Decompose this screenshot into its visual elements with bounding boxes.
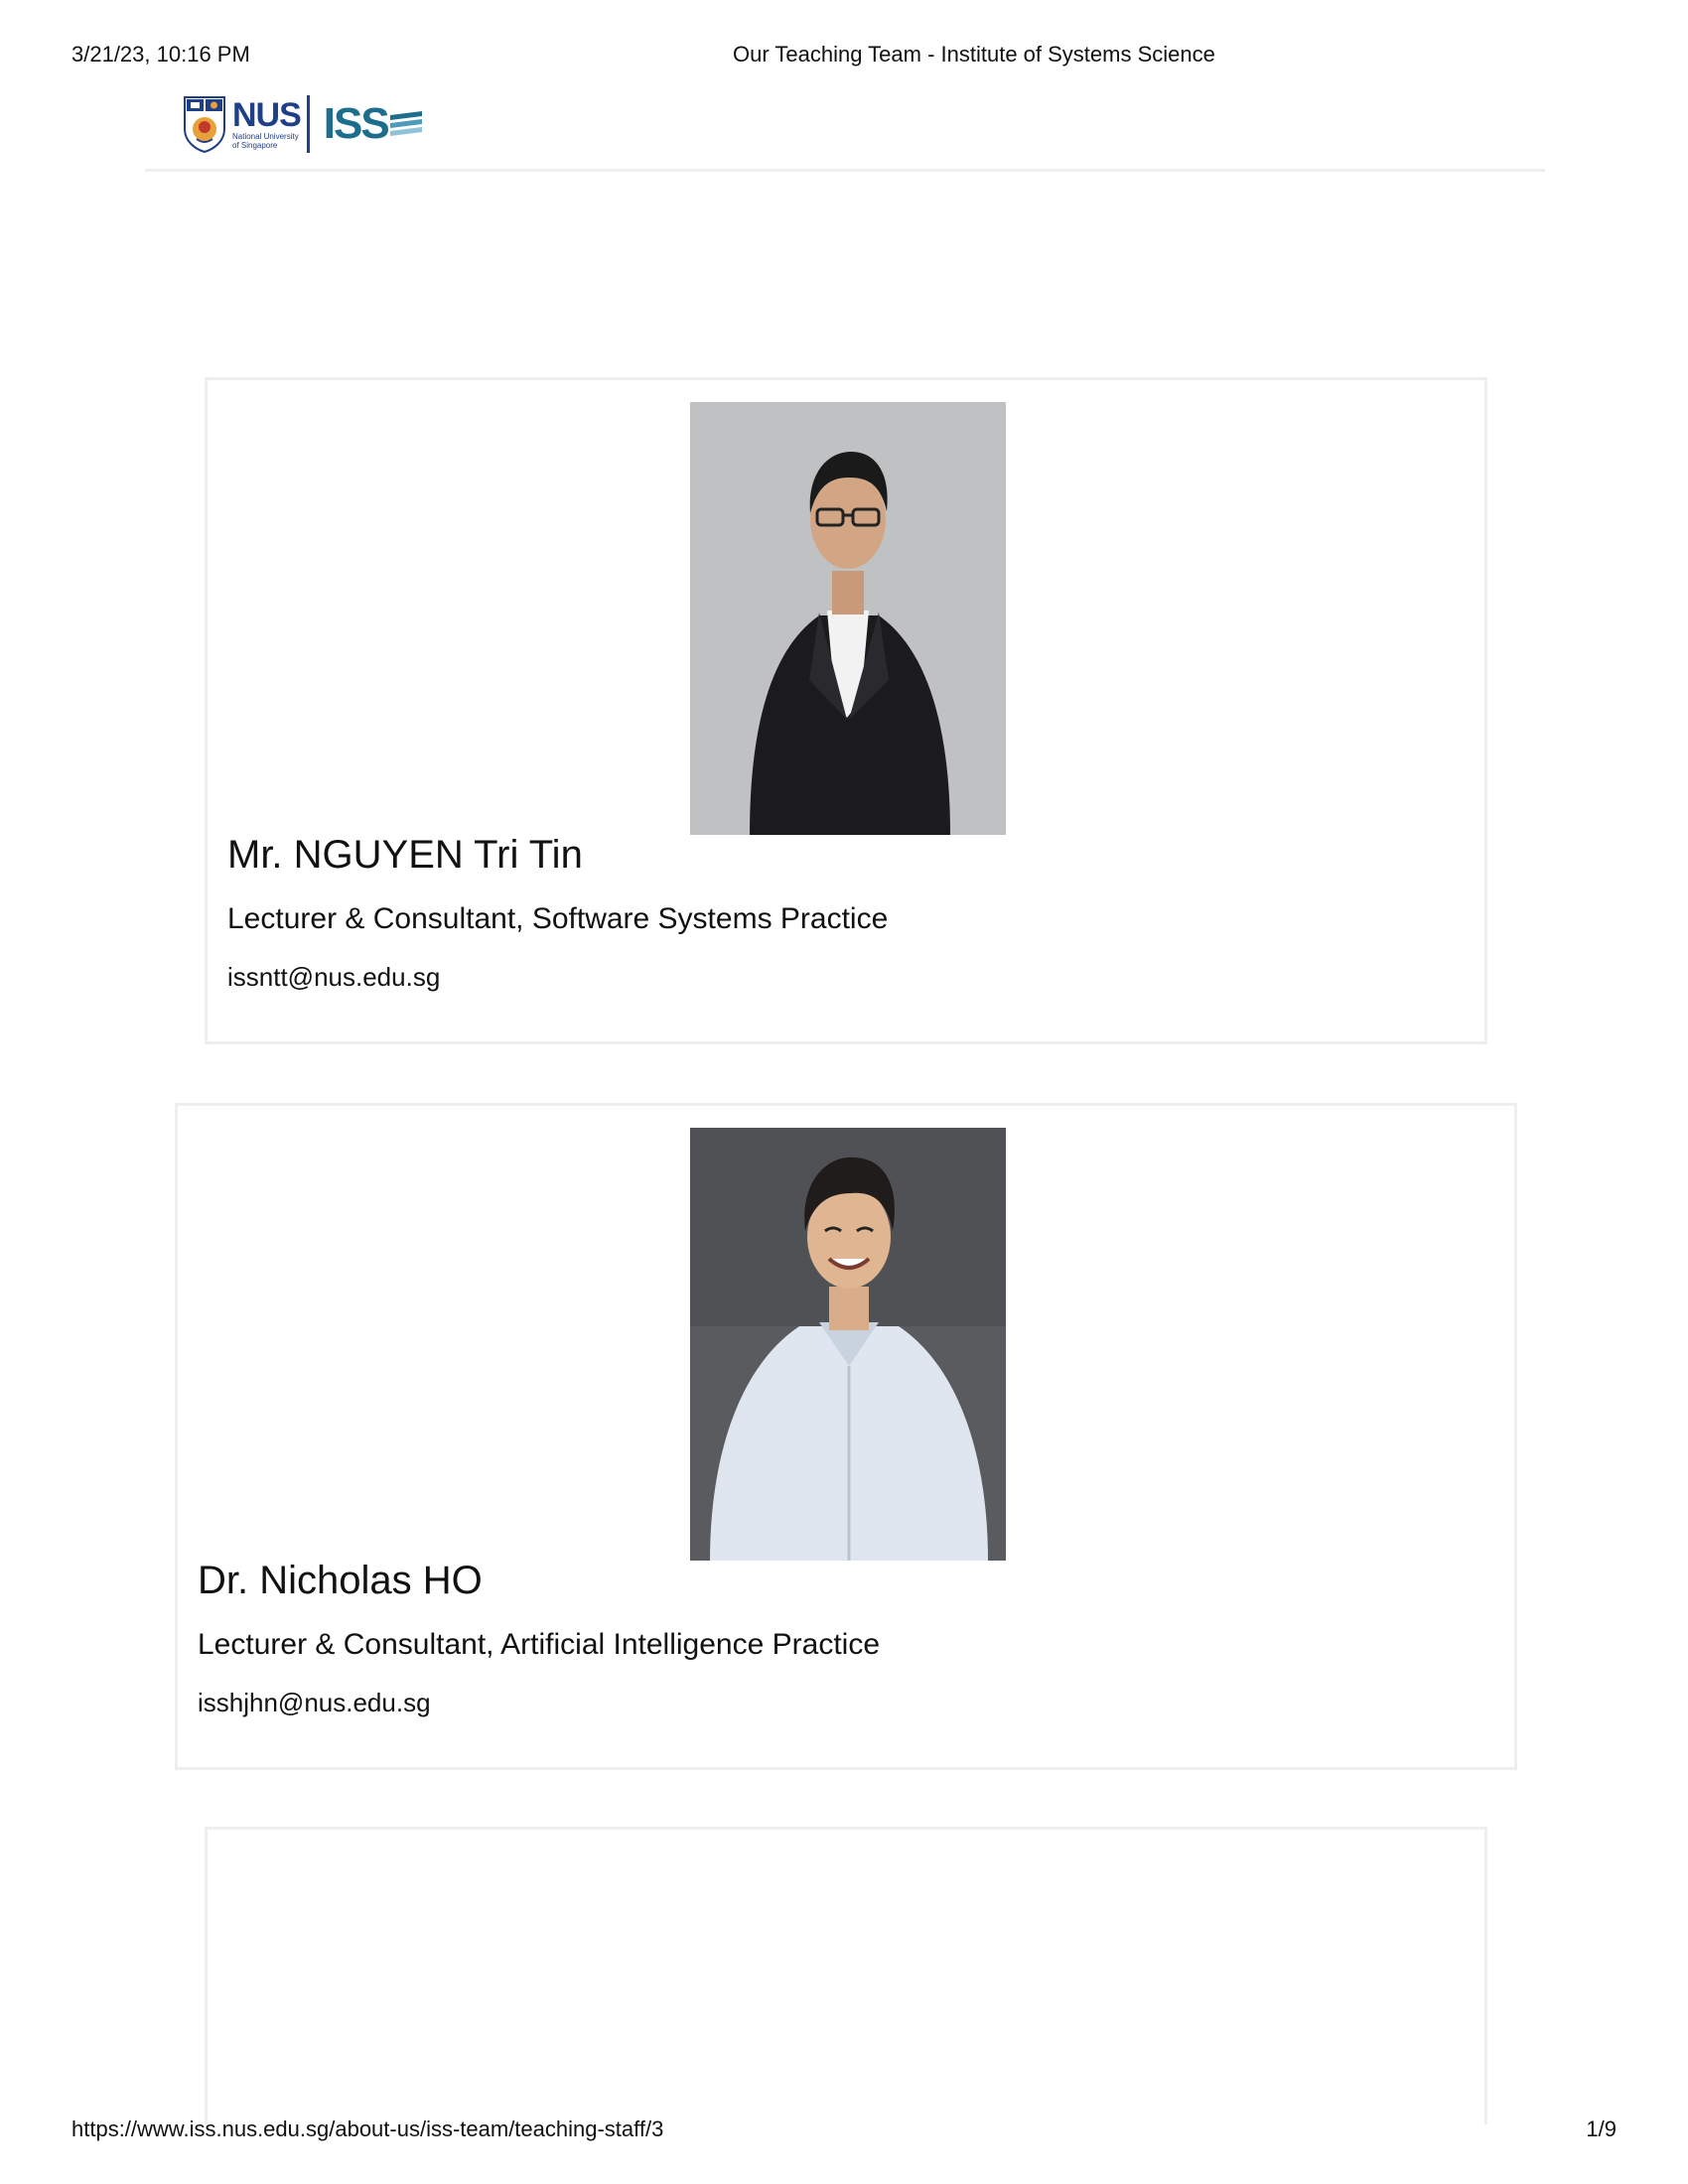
staff-name: Dr. Nicholas HO [198, 1559, 483, 1602]
portrait-photo-icon [690, 402, 1006, 835]
nus-wordmark: NUS National University of Singapore [232, 95, 302, 153]
print-url: https://www.iss.nus.edu.sg/about-us/iss-… [71, 2116, 664, 2141]
staff-role: Lecturer & Consultant, Software Systems … [227, 902, 889, 935]
staff-card [205, 1827, 1487, 2124]
staff-email-link[interactable]: issntt@nus.edu.sg [227, 962, 440, 993]
nus-subtitle-line2: of Singapore [232, 141, 278, 150]
nus-crest-icon [184, 96, 225, 153]
staff-card: Mr. NGUYEN Tri Tin Lecturer & Consultant… [205, 377, 1487, 1044]
staff-name: Mr. NGUYEN Tri Tin [227, 833, 583, 877]
iss-stripes-icon [389, 111, 422, 136]
iss-wordmark: ISS [324, 99, 424, 149]
portrait-photo-icon [690, 1128, 1006, 1561]
print-page-title: Our Teaching Team - Institute of Systems… [733, 42, 1215, 67]
site-header: NUS National University of Singapore ISS [145, 85, 1545, 172]
staff-role: Lecturer & Consultant, Artificial Intell… [198, 1628, 880, 1661]
staff-photo [690, 402, 1006, 835]
nus-subtitle-line1: National University [232, 132, 299, 141]
logo-divider [306, 95, 310, 153]
nus-iss-logo-link[interactable]: NUS National University of Singapore ISS [183, 91, 424, 157]
staff-card: Dr. Nicholas HO Lecturer & Consultant, A… [175, 1103, 1517, 1770]
staff-photo [690, 1128, 1006, 1561]
iss-text: ISS [323, 99, 390, 148]
print-date: 3/21/23, 10:16 PM [71, 42, 250, 67]
staff-email-link[interactable]: isshjhn@nus.edu.sg [198, 1688, 431, 1718]
print-page-number: 1/9 [1586, 2116, 1617, 2141]
nus-text: NUS [232, 96, 302, 134]
